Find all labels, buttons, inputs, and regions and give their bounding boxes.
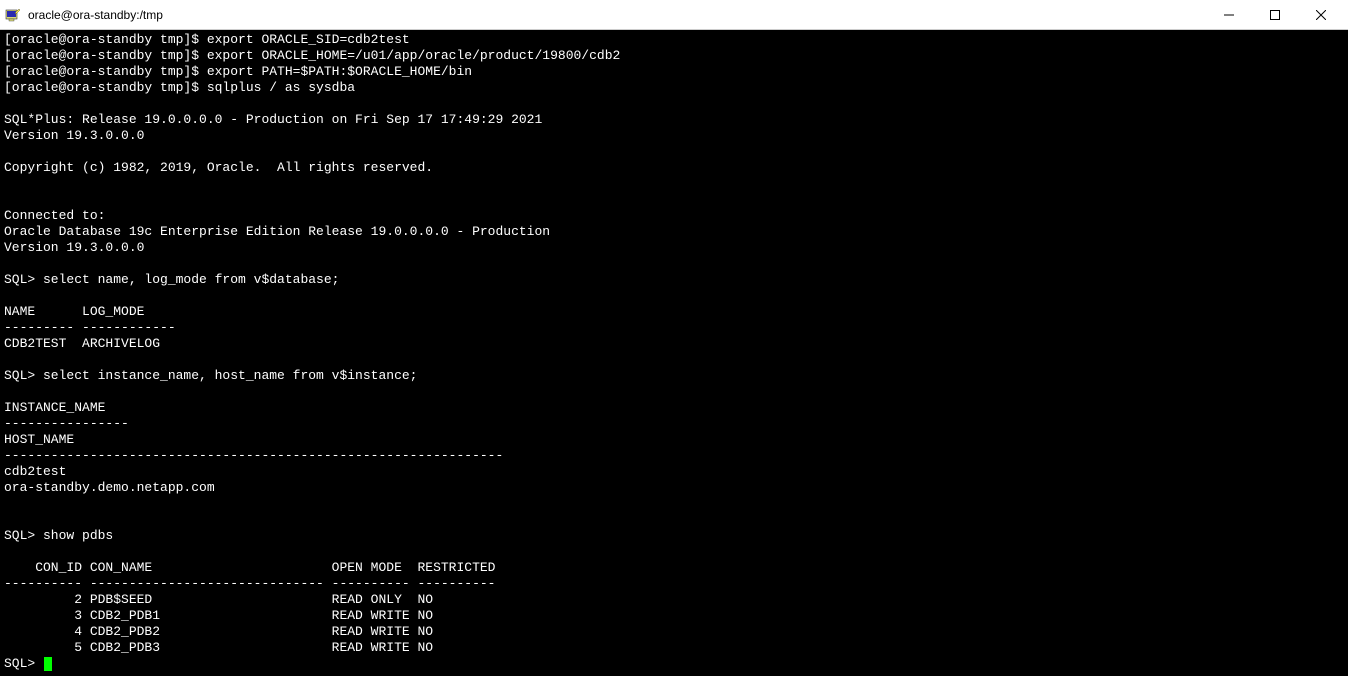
terminal-area[interactable]: [oracle@ora-standby tmp]$ export ORACLE_… [0, 30, 1348, 676]
window-title: oracle@ora-standby:/tmp [28, 8, 1206, 22]
minimize-button[interactable] [1206, 0, 1252, 30]
close-button[interactable] [1298, 0, 1344, 30]
window-controls [1206, 0, 1344, 30]
terminal-output: [oracle@ora-standby tmp]$ export ORACLE_… [4, 32, 1344, 656]
terminal-window: oracle@ora-standby:/tmp [oracle@ora-stan… [0, 0, 1348, 676]
terminal-cursor [44, 657, 52, 671]
maximize-button[interactable] [1252, 0, 1298, 30]
titlebar[interactable]: oracle@ora-standby:/tmp [0, 0, 1348, 30]
putty-icon [4, 6, 22, 24]
terminal-prompt: SQL> [4, 656, 43, 671]
